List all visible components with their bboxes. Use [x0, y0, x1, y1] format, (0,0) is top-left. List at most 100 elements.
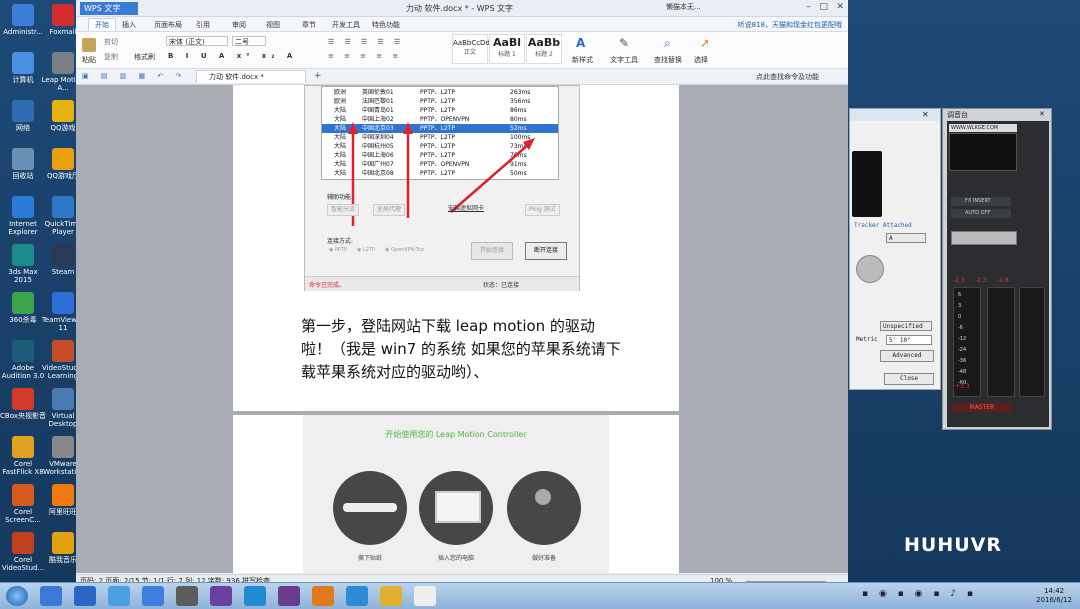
paste-icon[interactable] — [82, 38, 96, 52]
taskbar-app-button[interactable] — [244, 586, 266, 606]
format-buttons[interactable]: B I U A x² x₂ A — [168, 52, 297, 60]
promo-link[interactable]: 听说818，天猫和现金红包更配哦 — [738, 20, 842, 30]
quick-access-toolbar[interactable]: ▣ ▤ ▥ ▦ ↶ ↷ — [82, 72, 186, 80]
close-icon[interactable]: ✕ — [922, 110, 929, 119]
select-icon[interactable]: ➚ — [700, 36, 710, 50]
start-connect-button[interactable]: 开始连接 — [471, 242, 513, 260]
account-name[interactable]: 懒猫本无... — [666, 2, 701, 12]
aux-button[interactable]: 智能分流 — [327, 204, 360, 216]
menu-tab[interactable]: 开发工具 — [332, 20, 360, 30]
tracker-dial[interactable] — [856, 255, 884, 283]
taskbar-app-button[interactable] — [40, 586, 62, 606]
app-icon — [52, 484, 74, 506]
radio-option[interactable]: ◉ PPTP — [329, 247, 347, 253]
connection-status: 状态：已连接 — [483, 282, 520, 289]
radio-option[interactable]: ◉ L2TP — [357, 247, 375, 253]
close-icon[interactable]: ✕ — [1039, 110, 1045, 118]
menu-tab[interactable]: 开始 — [88, 18, 116, 31]
maximize-icon[interactable]: □ — [819, 2, 828, 12]
close-icon[interactable]: ✕ — [836, 2, 844, 12]
find-replace-button[interactable]: 查找替换 — [654, 55, 682, 65]
new-style-button[interactable]: 新样式 — [572, 55, 593, 65]
format-painter-button[interactable]: 格式刷 — [134, 52, 155, 62]
font-name-select[interactable]: 宋体 (正文) — [166, 36, 228, 46]
taskbar-app-button[interactable] — [108, 586, 130, 606]
close-button[interactable]: Close — [884, 373, 934, 385]
app-icon — [52, 292, 74, 314]
cut-button[interactable]: 剪切 — [104, 37, 118, 47]
menu-tab[interactable]: 特色功能 — [372, 20, 400, 30]
meter-scale-label: -48 — [958, 369, 967, 375]
minimize-icon[interactable]: – — [806, 2, 811, 12]
clock-time: 14:42 — [1043, 587, 1065, 595]
side-meter — [1019, 287, 1045, 397]
paragraph-tools[interactable]: ☰ ☰ ☰ ☰ ☰ — [328, 38, 404, 46]
fx-insert-button[interactable]: FX INSERT — [951, 197, 1011, 206]
leap-step-label: 做好准备 — [531, 555, 556, 562]
command-search[interactable]: 点此查找命令及功能 — [756, 72, 819, 82]
unit-select[interactable]: Unspecified — [880, 321, 932, 331]
menu-tab[interactable]: 视图 — [266, 20, 280, 30]
taskbar-app-button[interactable] — [380, 586, 402, 606]
paste-button[interactable]: 粘贴 — [82, 55, 96, 65]
metric-value[interactable]: 5' 10" — [886, 335, 932, 345]
start-button[interactable] — [6, 586, 28, 606]
aux-button[interactable]: 安装虚拟网卡 — [445, 204, 487, 214]
leap-motion-image: 开始使用您的 Leap Motion Controller 撕下贴纸 插入您的电脑… — [303, 415, 609, 573]
connect-title: 连接方式: — [327, 238, 354, 245]
taskbar-app-button[interactable] — [176, 586, 198, 606]
brand-watermark: HUHUVR — [904, 534, 1002, 556]
radio-option[interactable]: ◉ OpenVPN-Tcp — [385, 247, 424, 253]
advanced-button[interactable]: Advanced — [880, 350, 934, 362]
fader-track-2[interactable] — [987, 287, 1015, 397]
select-button[interactable]: 选择 — [694, 55, 708, 65]
disconnect-button[interactable]: 断开连接 — [525, 242, 567, 260]
app-icon — [52, 100, 74, 122]
taskbar-app-button[interactable] — [346, 586, 368, 606]
ready-circle — [507, 471, 581, 545]
taskbar-app-button[interactable] — [210, 586, 232, 606]
menu-tab[interactable]: 引用 — [196, 20, 210, 30]
tracker-select[interactable]: A — [886, 233, 926, 243]
document-tab[interactable]: 力动 软件.docx * — [196, 70, 306, 83]
taskbar-app-button[interactable] — [278, 586, 300, 606]
paragraph[interactable]: 第一步，登陆网站下载 leap motion 的驱动啦！（我是 win7 的系统… — [301, 315, 621, 384]
meter-scale-label: 6 — [958, 292, 962, 298]
style-preset[interactable]: AaBbCcDd 正文 — [452, 34, 490, 64]
app-icon — [12, 148, 34, 170]
text-tools-button[interactable]: 文字工具 — [610, 55, 638, 65]
aux-button[interactable]: Ping 测试 — [525, 204, 560, 216]
page[interactable]: 开始使用您的 Leap Motion Controller 撕下贴纸 插入您的电脑… — [233, 415, 679, 573]
master-label: MASTER — [953, 403, 1011, 412]
style-preset[interactable]: AaBb 标题 2 — [526, 34, 562, 64]
font-size-select[interactable]: 二号 — [232, 36, 266, 46]
menu-tab[interactable]: 章节 — [302, 20, 316, 30]
style-preset[interactable]: AaBl 标题 1 — [489, 34, 525, 64]
taskbar-app-button[interactable] — [142, 586, 164, 606]
clock[interactable]: 14:42 2016/6/12 — [1036, 587, 1072, 605]
page[interactable]: 欧洲 英国伦敦01 PPTP、L2TP 263ms 欧洲 法国巴黎01 PPTP、L2TP 3… — [233, 85, 679, 411]
auto-off-button[interactable]: AUTO OFF — [951, 209, 1011, 218]
taskbar: ▪ ◉ ▪ ◉ ▪ ♪ ▪ 14:42 2016/6/12 — [0, 582, 1080, 609]
taskbar-app-button[interactable] — [312, 586, 334, 606]
copy-button[interactable]: 复制 — [104, 52, 118, 62]
new-tab-icon[interactable]: + — [314, 71, 322, 81]
aux-button[interactable]: 全局代理 — [373, 204, 406, 216]
taskbar-app-button[interactable] — [74, 586, 96, 606]
text-tools-icon[interactable]: ✎ — [619, 36, 629, 50]
menu-tab[interactable]: 页面布局 — [154, 20, 182, 30]
align-tools[interactable]: ≡ ≡ ≡ ≡ ≡ — [328, 52, 402, 60]
find-replace-icon[interactable]: ⌕ — [664, 36, 671, 51]
app-menu-button[interactable]: WPS 文字 — [80, 2, 138, 15]
app-icon — [12, 196, 34, 218]
menu-tab[interactable]: 插入 — [122, 20, 136, 30]
system-tray[interactable]: ▪ ◉ ▪ ◉ ▪ ♪ ▪ — [862, 589, 977, 599]
fader-track[interactable]: 6 3 0 -6 -12 -24 -36 -48 -60 — [953, 287, 981, 397]
app-icon — [12, 436, 34, 458]
menu-tab[interactable]: 审阅 — [232, 20, 246, 30]
document-area[interactable]: 欧洲 英国伦敦01 PPTP、L2TP 263ms 欧洲 法国巴黎01 PPTP、L2TP 3… — [76, 85, 848, 573]
taskbar-app-button[interactable] — [414, 586, 436, 606]
new-style-icon[interactable]: A — [576, 36, 590, 50]
style-sample: AaBbCcDd — [453, 39, 490, 47]
tracker-dialog: ✕ Tracker Attached A Unspecified Metric … — [849, 108, 941, 390]
